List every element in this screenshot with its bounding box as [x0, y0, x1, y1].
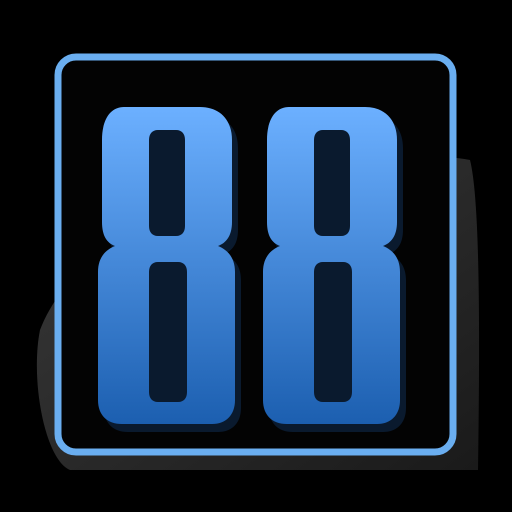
logo-graphic — [36, 53, 480, 470]
app-icon: 88 — [0, 0, 512, 512]
